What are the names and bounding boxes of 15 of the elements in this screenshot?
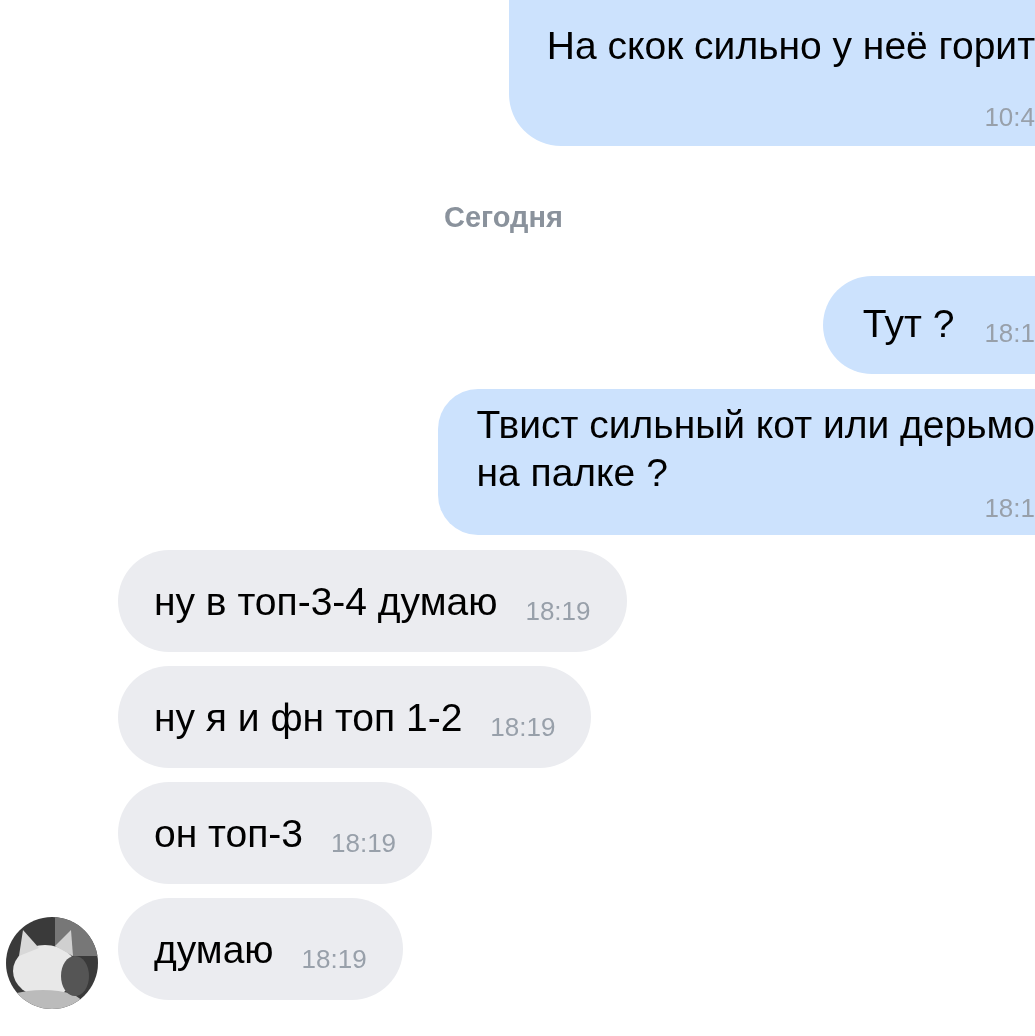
message-text: На скок сильно у неё горит	[546, 23, 1035, 69]
message-text: он топ-3	[154, 811, 303, 857]
message-time: 18:1	[984, 493, 1035, 525]
message-time: 10:4	[984, 102, 1035, 134]
message-text: Тут ?	[862, 301, 955, 347]
message-text: ну я и фн топ 1-2	[154, 695, 463, 741]
message-time: 18:19	[301, 944, 367, 976]
message-text: ну в топ-3-4 думаю	[154, 579, 498, 625]
message-text: думаю	[154, 927, 274, 973]
date-separator: Сегодня	[444, 201, 564, 234]
message-time: 18:19	[490, 712, 556, 744]
message-time: 18:19	[331, 828, 397, 860]
message-time: 18:19	[525, 596, 591, 628]
message-text: Твист сильный кот или дерьмо на палке ?	[476, 402, 1035, 496]
message-time: 18:1	[984, 318, 1035, 350]
